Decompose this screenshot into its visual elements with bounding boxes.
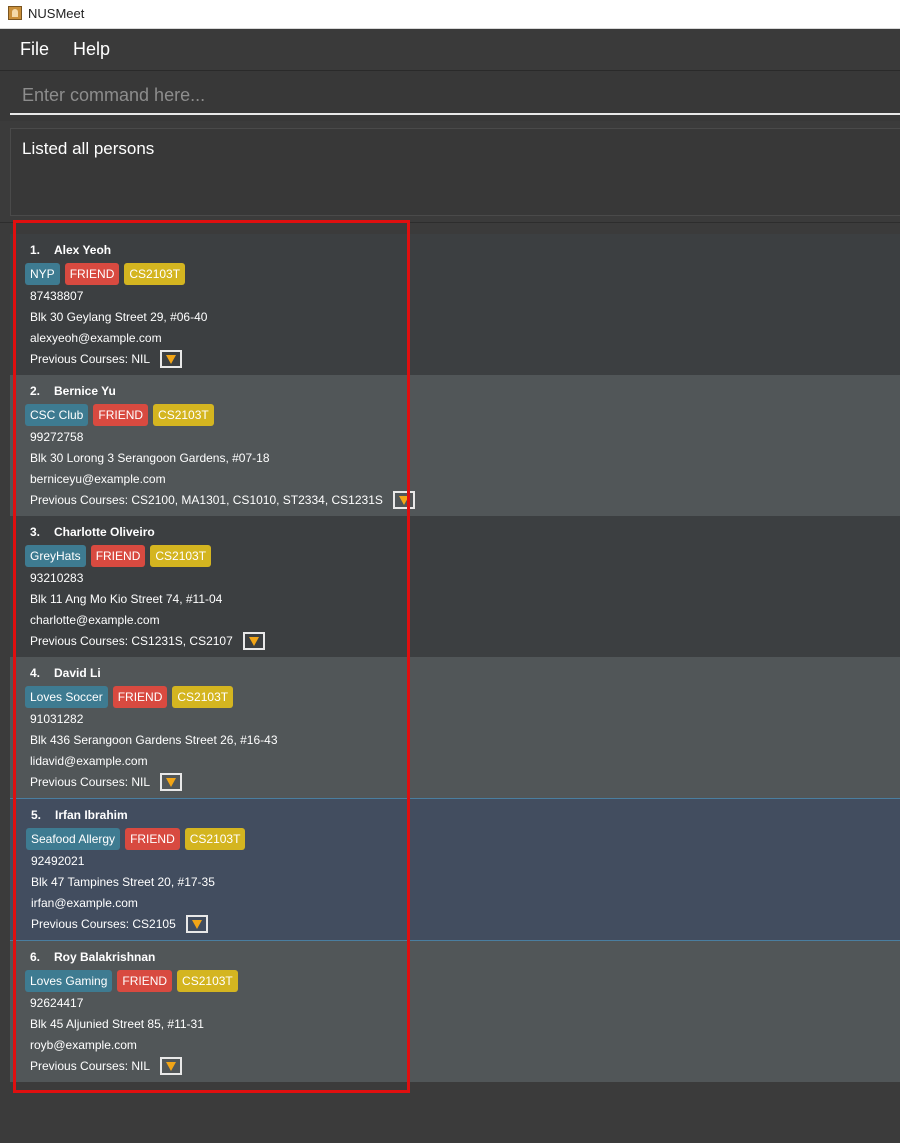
previous-courses: Previous Courses: NIL xyxy=(30,352,151,366)
person-name: David Li xyxy=(54,666,101,680)
person-address: Blk 436 Serangoon Gardens Street 26, #16… xyxy=(30,733,278,747)
person-name: Charlotte Oliveiro xyxy=(54,525,155,539)
person-email: lidavid@example.com xyxy=(30,754,148,768)
previous-courses: Previous Courses: NIL xyxy=(30,1059,151,1073)
person-index: 1. xyxy=(30,243,41,257)
person-name: Roy Balakrishnan xyxy=(54,950,156,964)
tag-list: Loves Soccer FRIEND CS2103T xyxy=(25,686,234,708)
person-index: 3. xyxy=(30,525,41,539)
previous-courses-row: Previous Courses: NIL xyxy=(30,1055,183,1077)
person-address: Blk 11 Ang Mo Kio Street 74, #11-04 xyxy=(30,592,223,606)
title-bar: NUSMeet xyxy=(0,0,900,29)
person-email: irfan@example.com xyxy=(31,896,138,910)
person-card[interactable]: 4. David Li Loves Soccer FRIEND CS2103T 9… xyxy=(10,657,900,798)
person-phone: 99272758 xyxy=(30,430,84,444)
person-card[interactable]: 1. Alex Yeoh NYP FRIEND CS2103T 87438807 … xyxy=(10,234,900,375)
tag-list: Seafood Allergy FRIEND CS2103T xyxy=(26,828,246,850)
friend-tag: FRIEND xyxy=(112,686,168,708)
person-list-panel[interactable]: 1. Alex Yeoh NYP FRIEND CS2103T 87438807 … xyxy=(0,222,900,1143)
dropdown-arrow-icon[interactable] xyxy=(160,773,183,791)
person-phone: 93210283 xyxy=(30,571,84,585)
group-tag: Seafood Allergy xyxy=(26,828,121,850)
dropdown-arrow-icon[interactable] xyxy=(160,350,183,368)
result-display: Listed all persons xyxy=(10,128,900,216)
person-name: Irfan Ibrahim xyxy=(55,808,128,822)
previous-courses: Previous Courses: CS2105 xyxy=(31,917,176,931)
friend-tag: FRIEND xyxy=(125,828,180,850)
person-index: 2. xyxy=(30,384,41,398)
person-name-row: 1. Alex Yeoh xyxy=(30,243,111,257)
menu-help[interactable]: Help xyxy=(73,39,110,60)
tag-list: GreyHats FRIEND CS2103T xyxy=(25,545,212,567)
course-tag: CS2103T xyxy=(172,686,234,708)
group-tag: GreyHats xyxy=(25,545,86,567)
menu-file[interactable]: File xyxy=(20,39,49,60)
person-card[interactable]: 3. Charlotte Oliveiro GreyHats FRIEND CS2… xyxy=(10,516,900,657)
person-card[interactable]: 2. Bernice Yu CSC Club FRIEND CS2103T 992… xyxy=(10,375,900,516)
person-address: Blk 45 Aljunied Street 85, #11-31 xyxy=(30,1017,204,1031)
group-tag: CSC Club xyxy=(25,404,89,426)
person-name-row: 5. Irfan Ibrahim xyxy=(31,808,128,822)
previous-courses-row: Previous Courses: CS2105 xyxy=(31,913,208,935)
person-name-row: 2. Bernice Yu xyxy=(30,384,116,398)
previous-courses: Previous Courses: CS2100, MA1301, CS1010… xyxy=(30,493,383,507)
course-tag: CS2103T xyxy=(184,828,246,850)
group-tag: Loves Gaming xyxy=(25,970,113,992)
person-index: 6. xyxy=(30,950,41,964)
course-tag: CS2103T xyxy=(153,404,214,426)
person-card-selected[interactable]: 5. Irfan Ibrahim Seafood Allergy FRIEND C… xyxy=(10,798,900,941)
person-phone: 91031282 xyxy=(30,712,84,726)
previous-courses: Previous Courses: CS1231S, CS2107 xyxy=(30,634,233,648)
person-name: Bernice Yu xyxy=(54,384,116,398)
previous-courses: Previous Courses: NIL xyxy=(30,775,151,789)
app-icon xyxy=(8,6,22,20)
person-address: Blk 30 Lorong 3 Serangoon Gardens, #07-1… xyxy=(30,451,270,465)
menu-bar: File Help xyxy=(0,29,900,71)
window-title: NUSMeet xyxy=(28,6,85,21)
person-email: royb@example.com xyxy=(30,1038,137,1052)
person-name-row: 3. Charlotte Oliveiro xyxy=(30,525,155,539)
dropdown-arrow-icon[interactable] xyxy=(185,915,208,933)
friend-tag: FRIEND xyxy=(117,970,173,992)
previous-courses-row: Previous Courses: NIL xyxy=(30,348,183,370)
previous-courses-row: Previous Courses: CS2100, MA1301, CS1010… xyxy=(30,489,415,511)
tag-list: CSC Club FRIEND CS2103T xyxy=(25,404,214,426)
previous-courses-row: Previous Courses: NIL xyxy=(30,771,183,793)
person-index: 5. xyxy=(31,808,42,822)
person-name-row: 6. Roy Balakrishnan xyxy=(30,950,155,964)
command-input[interactable] xyxy=(10,77,900,115)
course-tag: CS2103T xyxy=(177,970,238,992)
dropdown-arrow-icon[interactable] xyxy=(392,491,415,509)
result-message: Listed all persons xyxy=(22,139,155,158)
tag-list: Loves Gaming FRIEND CS2103T xyxy=(25,970,238,992)
dropdown-arrow-icon[interactable] xyxy=(160,1057,183,1075)
person-email: charlotte@example.com xyxy=(30,613,160,627)
course-tag: CS2103T xyxy=(124,263,186,285)
group-tag: Loves Soccer xyxy=(25,686,108,708)
person-address: Blk 30 Geylang Street 29, #06-40 xyxy=(30,310,208,324)
previous-courses-row: Previous Courses: CS1231S, CS2107 xyxy=(30,630,265,652)
person-email: alexyeoh@example.com xyxy=(30,331,162,345)
group-tag: NYP xyxy=(25,263,60,285)
person-address: Blk 47 Tampines Street 20, #17-35 xyxy=(31,875,215,889)
person-phone: 92492021 xyxy=(31,854,85,868)
person-email: berniceyu@example.com xyxy=(30,472,166,486)
person-card[interactable]: 6. Roy Balakrishnan Loves Gaming FRIEND C… xyxy=(10,941,900,1082)
dropdown-arrow-icon[interactable] xyxy=(242,632,265,650)
friend-tag: FRIEND xyxy=(93,404,149,426)
person-index: 4. xyxy=(30,666,41,680)
command-box xyxy=(0,71,900,121)
person-name-row: 4. David Li xyxy=(30,666,101,680)
friend-tag: FRIEND xyxy=(90,545,146,567)
person-phone: 92624417 xyxy=(30,996,84,1010)
tag-list: NYP FRIEND CS2103T xyxy=(25,263,186,285)
person-phone: 87438807 xyxy=(30,289,84,303)
friend-tag: FRIEND xyxy=(64,263,120,285)
course-tag: CS2103T xyxy=(150,545,212,567)
person-name: Alex Yeoh xyxy=(54,243,112,257)
